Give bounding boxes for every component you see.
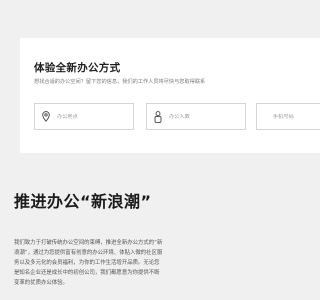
section-body-text: 我们致力于打破传统办公空间的束缚，推进全新办公方式的“新浪潮”，通过为您提供富有… — [14, 240, 163, 286]
phone-input[interactable] — [273, 113, 320, 120]
location-pin-icon — [41, 111, 51, 123]
headcount-field[interactable] — [146, 103, 246, 130]
person-icon — [153, 110, 163, 123]
form-subtitle: 想找合适的办公空间？留下您的信息，我们的工作人员将尽快与您取得联系 — [34, 79, 206, 85]
phone-field[interactable] — [256, 103, 320, 130]
office-location-field[interactable] — [34, 103, 134, 130]
form-title: 体验全新办公方式 — [34, 62, 121, 74]
office-location-input[interactable] — [57, 113, 127, 120]
contact-form-card: 体验全新办公方式 想找合适的办公空间？留下您的信息，我们的工作人员将尽快与您取得… — [20, 38, 320, 153]
section-headline: 推进办公“新浪潮” — [14, 192, 152, 211]
headcount-input[interactable] — [169, 113, 239, 120]
